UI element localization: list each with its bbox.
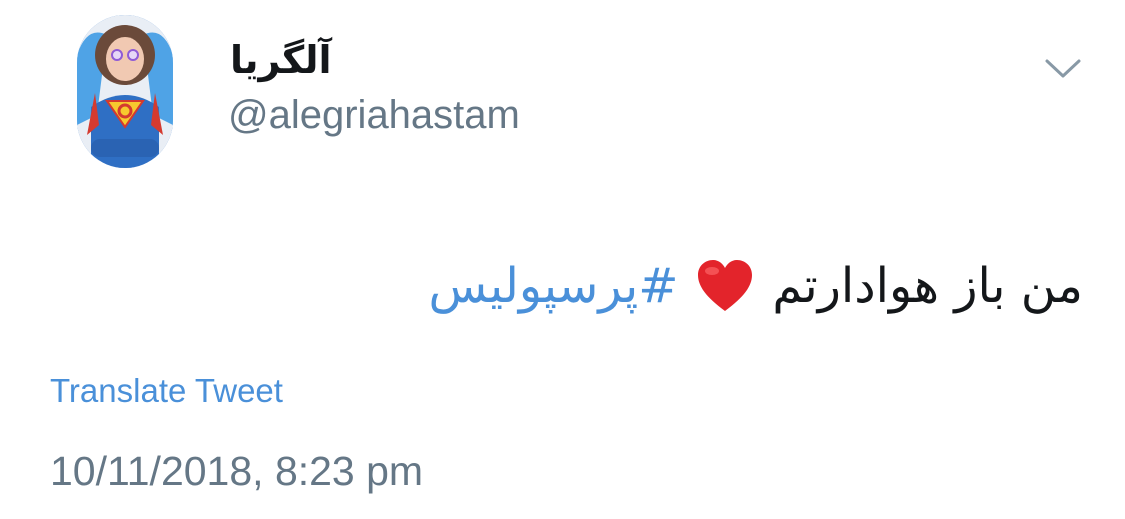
tweet-timestamp[interactable]: 10/11/2018, 8:23 pm [50,448,423,495]
user-handle[interactable]: @alegriahastam [228,93,520,138]
tweet-card: آلگریا @alegriahastam من باز هوادارتم #پ… [0,0,1125,519]
tweet-body: من باز هوادارتم [772,258,1083,314]
avatar-superhero-icon [77,15,173,168]
display-name[interactable]: آلگریا [230,38,332,82]
translate-tweet-link[interactable]: Translate Tweet [50,372,283,410]
tweet-text: من باز هوادارتم #پرسپولیس [429,255,1083,317]
hashtag-link[interactable]: #پرسپولیس [429,258,679,314]
heart-emoji-icon [694,255,756,317]
chevron-down-icon[interactable] [1044,56,1082,82]
avatar[interactable] [77,15,173,168]
